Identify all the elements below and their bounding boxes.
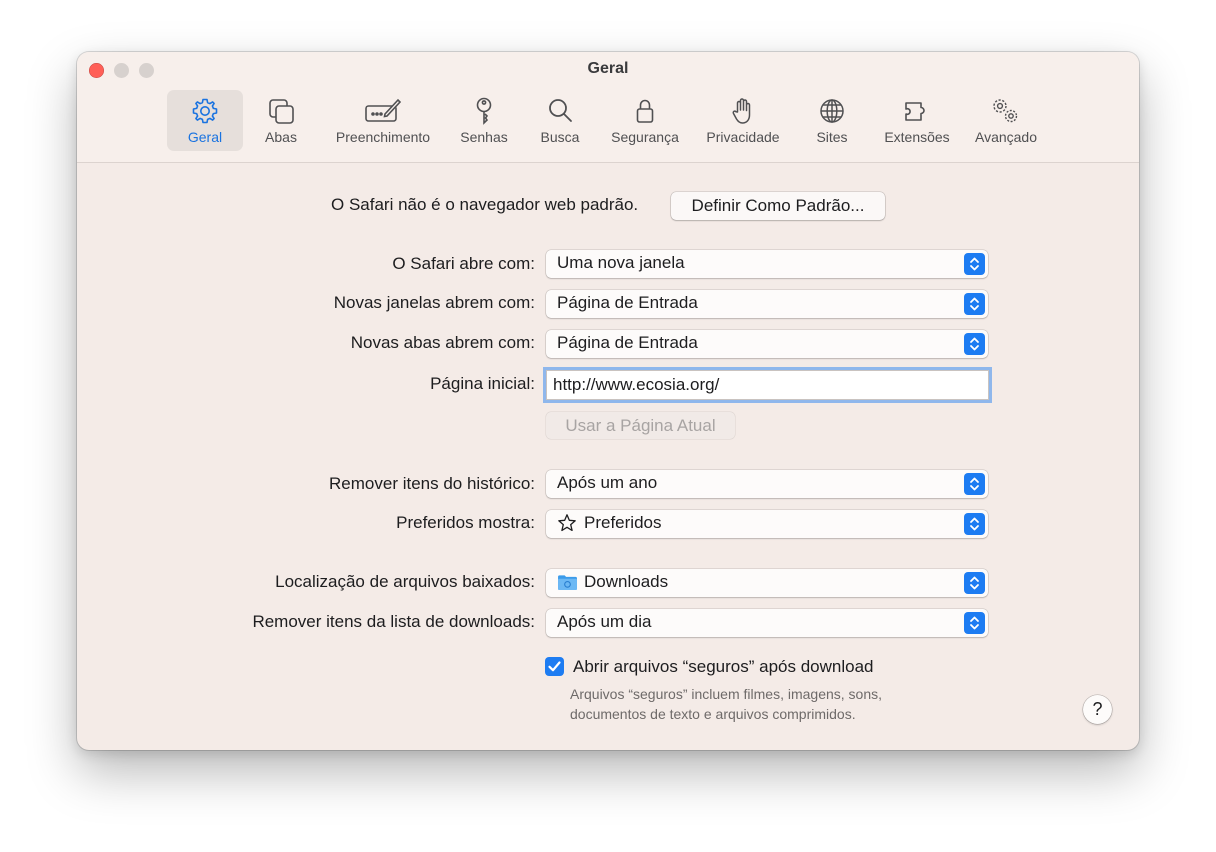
download-location-popup[interactable]: Downloads	[546, 569, 988, 597]
tab-label: Privacidade	[706, 129, 780, 145]
popup-value: Após um ano	[557, 473, 658, 492]
chevron-updown-icon	[964, 253, 985, 275]
popup-value: Página de Entrada	[557, 293, 698, 312]
hand-icon	[732, 98, 751, 124]
autofill-icon	[365, 98, 402, 122]
homepage-field[interactable]	[546, 370, 989, 400]
tab-label: Geral	[187, 129, 223, 145]
tab-label: Extensões	[884, 129, 950, 145]
folder-icon	[558, 574, 577, 590]
puzzle-icon	[905, 102, 925, 121]
tab-label: Segurança	[611, 129, 679, 145]
new-windows-popup[interactable]: Página de Entrada	[546, 290, 988, 318]
remove-downloads-label: Remover itens da lista de downloads:	[252, 612, 535, 631]
globe-icon	[820, 99, 844, 123]
help-button[interactable]: ?	[1083, 695, 1112, 724]
new-tabs-popup[interactable]: Página de Entrada	[546, 330, 988, 358]
lock-icon	[636, 99, 654, 123]
preferences-window: Geral Geral Abas Preenchimento Senhas Bu…	[77, 52, 1139, 750]
popup-value-wrap: Downloads	[557, 572, 668, 592]
open-safe-files-checkbox[interactable]	[545, 657, 564, 676]
remove-downloads-popup[interactable]: Após um dia	[546, 609, 988, 637]
tab-label: Abas	[265, 129, 297, 145]
use-current-page-button[interactable]: Usar a Página Atual	[546, 412, 735, 439]
window-title: Geral	[587, 60, 629, 77]
checkmark-icon	[548, 661, 561, 672]
safe-files-hint-line1: Arquivos “seguros” incluem filmes, image…	[570, 686, 883, 702]
titlebar: Geral Geral Abas Preenchimento Senhas Bu…	[77, 52, 1139, 163]
chevron-updown-icon	[964, 473, 985, 495]
set-default-button[interactable]: Definir Como Padrão...	[671, 192, 885, 220]
popup-value: Página de Entrada	[557, 333, 698, 352]
star-icon	[558, 514, 576, 532]
tab-preenchimento[interactable]: Preenchimento	[326, 90, 440, 151]
open-safe-files-label[interactable]: Abrir arquivos “seguros” após download	[573, 657, 874, 677]
tab-label: Sites	[816, 129, 848, 145]
chevron-updown-icon	[964, 513, 985, 535]
tab-abas[interactable]: Abas	[251, 90, 311, 151]
popup-value: Preferidos	[584, 513, 662, 532]
tab-seguranca[interactable]: Segurança	[603, 90, 687, 151]
download-location-label: Localização de arquivos baixados:	[275, 572, 535, 591]
chevron-updown-icon	[964, 333, 985, 355]
favorites-shows-popup[interactable]: Preferidos	[546, 510, 988, 538]
gears-icon	[993, 99, 1018, 123]
chevron-updown-icon	[964, 572, 985, 594]
popup-value: Uma nova janela	[557, 253, 685, 272]
tab-sites[interactable]: Sites	[807, 90, 857, 151]
tab-avancado[interactable]: Avançado	[968, 90, 1044, 151]
gear-icon	[192, 98, 218, 124]
chevron-updown-icon	[964, 293, 985, 315]
popup-value: Após um dia	[557, 612, 652, 631]
tab-label: Senhas	[460, 129, 508, 145]
tab-privacidade[interactable]: Privacidade	[699, 90, 787, 151]
new-tabs-label: Novas abas abrem com:	[350, 333, 535, 352]
tab-extensoes[interactable]: Extensões	[876, 90, 958, 151]
tab-senhas[interactable]: Senhas	[454, 90, 514, 151]
safe-files-hint-line2: documentos de texto e arquivos comprimid…	[570, 706, 856, 722]
tab-busca[interactable]: Busca	[532, 90, 588, 151]
popup-value-wrap: Preferidos	[557, 513, 661, 533]
opens-with-label: O Safari abre com:	[392, 254, 535, 273]
key-icon	[476, 97, 492, 125]
chevron-updown-icon	[964, 612, 985, 634]
opens-with-popup[interactable]: Uma nova janela	[546, 250, 988, 278]
tab-label: Preenchimento	[335, 129, 431, 145]
remove-history-popup[interactable]: Após um ano	[546, 470, 988, 498]
favorites-shows-label: Preferidos mostra:	[396, 513, 535, 532]
search-icon	[549, 99, 572, 122]
tab-label: Busca	[540, 129, 580, 145]
popup-value: Downloads	[584, 572, 669, 591]
tabs-icon	[269, 99, 294, 124]
new-windows-label: Novas janelas abrem com:	[333, 293, 535, 312]
homepage-label: Página inicial:	[430, 374, 535, 393]
default-browser-message: O Safari não é o navegador web padrão.	[331, 195, 639, 214]
remove-history-label: Remover itens do histórico:	[329, 474, 535, 493]
homepage-input[interactable]	[547, 371, 988, 399]
tab-geral[interactable]: Geral	[167, 90, 243, 151]
tab-label: Avançado	[974, 129, 1037, 145]
